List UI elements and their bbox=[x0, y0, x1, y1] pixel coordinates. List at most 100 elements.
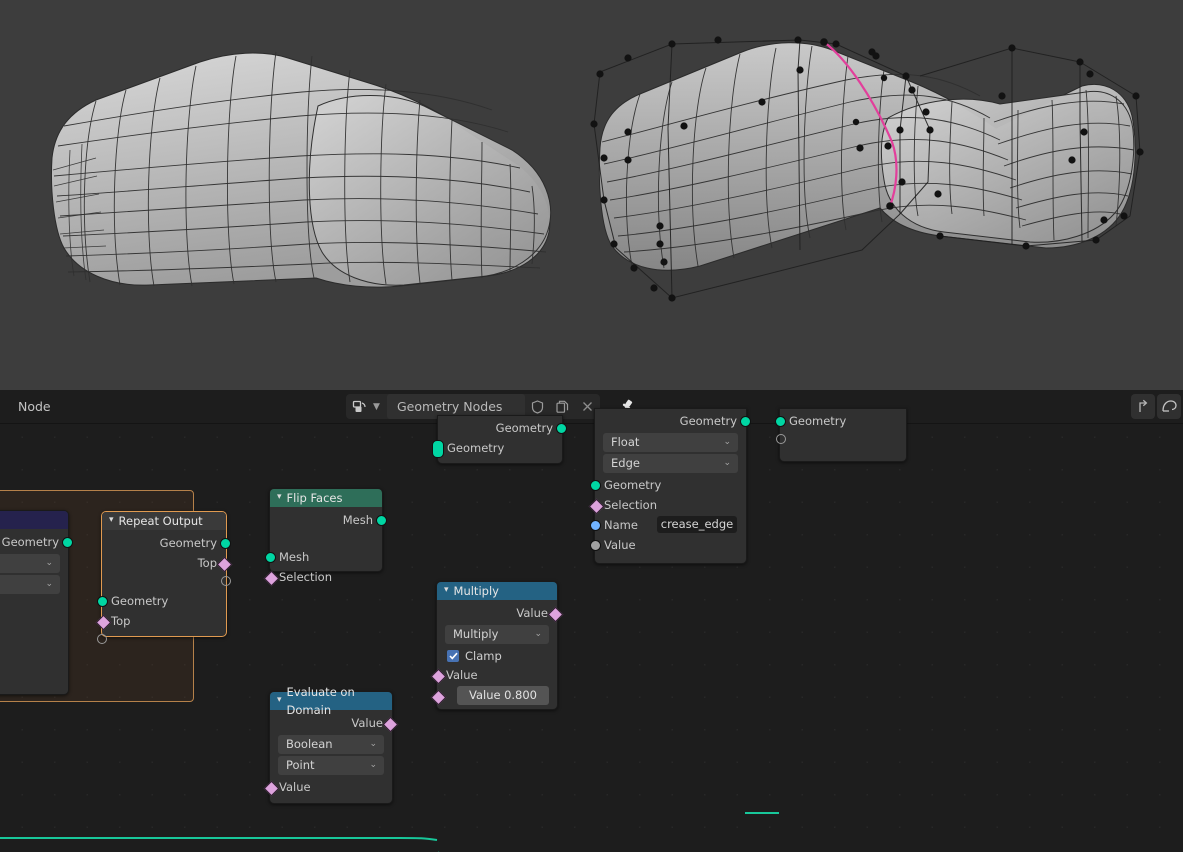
chevron-down-icon[interactable]: ▾ bbox=[444, 581, 449, 599]
node-store-named-attribute-left[interactable]: ▾ Attribute Geometry ⌄ ⌄ ease_edge bbox=[0, 510, 69, 695]
chevron-down-icon: ⌄ bbox=[369, 735, 377, 754]
socket-geometry-out[interactable] bbox=[376, 515, 387, 526]
chevron-down-icon: ⌄ bbox=[723, 433, 731, 452]
socket-row-value-out[interactable]: Value bbox=[437, 603, 557, 623]
chevron-down-icon[interactable]: ▼ bbox=[373, 394, 385, 419]
chevron-down-icon: ⌄ bbox=[534, 625, 542, 644]
parent-up-icon[interactable] bbox=[1131, 394, 1155, 419]
socket-row-geometry-out[interactable]: Geometry bbox=[595, 411, 746, 431]
socket-geometry-in[interactable] bbox=[775, 416, 786, 427]
node-editor-header: Node ▼ Geometry Nodes bbox=[0, 390, 1183, 424]
name-text-field[interactable]: crease_edge bbox=[657, 516, 737, 533]
clamp-label: Clamp bbox=[465, 649, 502, 663]
node-header: ▾ Attribute bbox=[0, 511, 68, 529]
node-header: ▾ Repeat Output bbox=[102, 512, 226, 530]
node-store-named-attribute-right[interactable]: Geometry Float ⌄ Edge ⌄ Geometry Selecti… bbox=[594, 408, 747, 564]
node-math-multiply[interactable]: ▾ Multiply Value Multiply ⌄ Clamp Value bbox=[436, 581, 558, 710]
dropdown-domain[interactable]: ⌄ bbox=[0, 575, 60, 594]
socket-extend-in[interactable] bbox=[97, 634, 107, 644]
socket-geometry-in[interactable] bbox=[97, 596, 108, 607]
value-field-label: Value bbox=[469, 686, 501, 705]
dropdown-domain[interactable]: Edge ⌄ bbox=[603, 454, 738, 473]
socket-row-geometry-out[interactable]: Geometry bbox=[0, 532, 68, 552]
chevron-down-icon[interactable]: ▾ bbox=[277, 488, 282, 506]
chevron-down-icon: ⌄ bbox=[723, 454, 731, 473]
dropdown-data-type[interactable]: ⌄ bbox=[0, 554, 60, 573]
socket-geometry-in[interactable] bbox=[590, 480, 601, 491]
dropdown-value: Point bbox=[286, 758, 315, 772]
socket-label: Value bbox=[516, 606, 548, 620]
dropdown-operation[interactable]: Multiply ⌄ bbox=[445, 625, 549, 644]
socket-row-selection-in[interactable]: Selection bbox=[595, 495, 746, 515]
socket-string-in[interactable] bbox=[590, 520, 601, 531]
socket-row-top-in[interactable]: Top bbox=[102, 611, 226, 631]
socket-row-geometry-in[interactable]: Geometry bbox=[780, 411, 906, 431]
node-repeat-output[interactable]: ▾ Repeat Output Geometry Top Geometry To… bbox=[101, 511, 227, 637]
socket-row-mesh-in[interactable]: Mesh bbox=[270, 547, 382, 567]
socket-row-geometry-in[interactable]: Geometry bbox=[595, 475, 746, 495]
dropdown-data-type[interactable]: Boolean ⌄ bbox=[278, 735, 384, 754]
geometry-nodes-browse-icon[interactable] bbox=[346, 394, 373, 419]
socket-row-geometry-in[interactable]: Geometry bbox=[102, 591, 226, 611]
socket-row-mesh-out[interactable]: Mesh bbox=[270, 510, 382, 530]
node-menu[interactable]: Node bbox=[10, 399, 59, 414]
node-group-output-right[interactable]: Geometry bbox=[779, 408, 907, 462]
node-title: Flip Faces bbox=[287, 489, 343, 507]
socket-row-value-in[interactable]: Value bbox=[595, 535, 746, 555]
socket-geometry-out[interactable] bbox=[740, 416, 751, 427]
socket-row-value-out[interactable]: Value bbox=[270, 713, 392, 733]
node-title: Repeat Output bbox=[119, 512, 203, 530]
checkbox-checked-icon[interactable] bbox=[447, 650, 459, 662]
socket-row-extend-in[interactable] bbox=[780, 431, 906, 449]
chevron-down-icon[interactable]: ▾ bbox=[277, 691, 282, 709]
node-evaluate-on-domain[interactable]: ▾ Evaluate on Domain Value Boolean ⌄ Poi… bbox=[269, 691, 393, 804]
value-number-field[interactable]: Value 0.800 bbox=[457, 686, 549, 705]
socket-label: Selection bbox=[604, 498, 657, 512]
node-editor[interactable]: Node ▼ Geometry Nodes bbox=[0, 390, 1183, 852]
socket-row-extend-in[interactable] bbox=[102, 631, 226, 649]
socket-row-geometry-out[interactable]: Geometry bbox=[102, 533, 226, 553]
socket-geometry-in[interactable] bbox=[432, 440, 444, 458]
socket-label: Geometry bbox=[680, 414, 737, 428]
socket-geometry-out[interactable] bbox=[62, 537, 73, 548]
socket-label: Top bbox=[198, 556, 217, 570]
socket-geometry-in[interactable] bbox=[265, 552, 276, 563]
socket-label: Geometry bbox=[111, 594, 168, 608]
node-geometry-passthrough[interactable]: Geometry Geometry bbox=[437, 415, 563, 464]
dropdown-data-type[interactable]: Float ⌄ bbox=[603, 433, 738, 452]
socket-extend-in[interactable] bbox=[776, 434, 786, 444]
socket-label: Geometry bbox=[2, 535, 59, 549]
dropdown-value: Boolean bbox=[286, 737, 333, 751]
clamp-checkbox-row[interactable]: Clamp bbox=[437, 646, 557, 665]
socket-row-top-out[interactable]: Top bbox=[102, 553, 226, 573]
socket-label: Mesh bbox=[279, 550, 309, 564]
socket-row-geometry-in[interactable]: Geometry bbox=[438, 438, 562, 458]
socket-row-value-in[interactable]: Value bbox=[270, 777, 392, 797]
dropdown-value: Float bbox=[611, 435, 639, 449]
socket-row-selection-in[interactable]: Selection bbox=[270, 567, 382, 587]
socket-geometry-out[interactable] bbox=[556, 423, 567, 434]
chevron-down-icon: ⌄ bbox=[45, 575, 53, 594]
node-title: Multiply bbox=[454, 582, 499, 600]
socket-label: Top bbox=[111, 614, 130, 628]
snap-icon[interactable] bbox=[1157, 394, 1181, 419]
socket-row-extend-out[interactable] bbox=[102, 573, 226, 591]
chevron-down-icon: ⌄ bbox=[369, 756, 377, 775]
socket-row-name-in[interactable]: Name crease_edge bbox=[595, 515, 746, 535]
socket-label: Geometry bbox=[789, 414, 846, 428]
socket-label: Mesh bbox=[343, 513, 373, 527]
mesh-left bbox=[52, 52, 551, 287]
socket-geometry-out[interactable] bbox=[220, 538, 231, 549]
chevron-down-icon[interactable]: ▾ bbox=[109, 511, 114, 529]
socket-row-geometry-out[interactable]: Geometry bbox=[438, 418, 562, 438]
socket-row-value-in-a[interactable]: Value bbox=[437, 665, 557, 685]
socket-label: Geometry bbox=[604, 478, 661, 492]
socket-label: Geometry bbox=[160, 536, 217, 550]
viewport-3d[interactable] bbox=[0, 0, 1183, 390]
node-flip-faces[interactable]: ▾ Flip Faces Mesh Mesh Selection bbox=[269, 488, 383, 572]
socket-float-in[interactable] bbox=[590, 540, 601, 551]
node-header: ▾ Flip Faces bbox=[270, 489, 382, 507]
socket-extend-out[interactable] bbox=[221, 576, 231, 586]
dropdown-domain[interactable]: Point ⌄ bbox=[278, 756, 384, 775]
node-header: ▾ Multiply bbox=[437, 582, 557, 600]
